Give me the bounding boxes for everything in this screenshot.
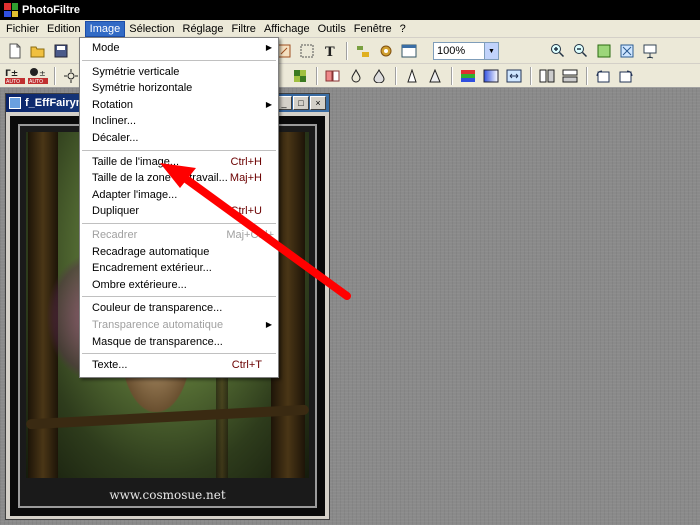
fit-window-icon[interactable] <box>593 40 615 62</box>
menu-item-encadrement-exterieur[interactable]: Encadrement extérieur... <box>80 260 278 277</box>
svg-text:T: T <box>325 45 335 58</box>
svg-text:AUTO: AUTO <box>6 79 20 85</box>
menu-item-texte[interactable]: Texte... Ctrl+T <box>80 357 278 374</box>
menu-affichage[interactable]: Affichage <box>260 21 314 37</box>
menu-item-masque-transparence[interactable]: Masque de transparence... <box>80 334 278 351</box>
submenu-arrow-icon: ▶ <box>265 319 272 329</box>
menu-item-adapter-image[interactable]: Adapter l'image... <box>80 187 278 204</box>
auto-contrast-icon[interactable]: ± AUTO <box>27 65 49 87</box>
rgb-color-icon[interactable] <box>457 65 479 87</box>
menu-edition[interactable]: Edition <box>43 21 85 37</box>
rotate-right-icon[interactable] <box>615 65 637 87</box>
image-window-title: f_EffFairym <box>25 97 86 109</box>
menu-separator <box>80 147 278 154</box>
layers-icon[interactable] <box>352 40 374 62</box>
menu-filtre[interactable]: Filtre <box>227 21 259 37</box>
flip-vertical-icon[interactable] <box>559 65 581 87</box>
menu-item-mode[interactable]: Mode ▶ <box>80 40 278 57</box>
open-folder-icon[interactable] <box>27 40 49 62</box>
drop-double-icon[interactable] <box>368 65 390 87</box>
window-icon[interactable] <box>398 40 420 62</box>
zoom-in-icon[interactable] <box>547 40 569 62</box>
text-tool-icon[interactable]: T <box>319 40 341 62</box>
menu-item-recadrage-automatique[interactable]: Recadrage automatique <box>80 244 278 261</box>
menu-item-symetrie-horizontale[interactable]: Symétrie horizontale <box>80 80 278 97</box>
menu-item-dupliquer[interactable]: Dupliquer Ctrl+U <box>80 203 278 220</box>
menu-item-symetrie-verticale[interactable]: Symétrie verticale <box>80 64 278 81</box>
sharpen-icon[interactable] <box>401 65 423 87</box>
auto-levels-icon[interactable]: Γ± AUTO <box>4 65 26 87</box>
zoom-value: 100% <box>437 45 466 57</box>
gear-icon[interactable] <box>375 40 397 62</box>
menu-outils[interactable]: Outils <box>314 21 350 37</box>
gradient-icon[interactable] <box>480 65 502 87</box>
app-title: PhotoFiltre <box>22 4 81 16</box>
zoom-select[interactable]: 100% ▼ <box>433 42 499 60</box>
menu-separator <box>80 293 278 300</box>
svg-text:AUTO: AUTO <box>29 79 43 85</box>
photofiltre-icon <box>4 3 18 17</box>
menubar: Fichier Edition Image Sélection Réglage … <box>0 20 700 38</box>
window-controls: _ □ × <box>275 96 326 110</box>
maximize-icon[interactable]: □ <box>293 96 309 110</box>
menu-separator <box>80 57 278 64</box>
menu-selection[interactable]: Sélection <box>125 21 178 37</box>
selection-icon[interactable] <box>296 40 318 62</box>
menu-item-ombre-exterieure[interactable]: Ombre extérieure... <box>80 277 278 294</box>
flip-horizontal-icon[interactable] <box>536 65 558 87</box>
chevron-down-icon[interactable]: ▼ <box>484 43 498 59</box>
submenu-arrow-icon: ▶ <box>265 43 272 52</box>
menu-separator <box>80 350 278 357</box>
app-titlebar: PhotoFiltre <box>0 0 700 20</box>
image-document-icon <box>9 97 21 109</box>
image-menu-dropdown: Mode ▶ Symétrie verticale Symétrie horizo… <box>79 37 279 378</box>
fullscreen-icon[interactable] <box>616 40 638 62</box>
close-icon[interactable]: × <box>310 96 326 110</box>
save-icon[interactable] <box>50 40 72 62</box>
menu-help[interactable]: ? <box>396 21 410 37</box>
blur-icon[interactable] <box>424 65 446 87</box>
menu-item-transparence-automatique: Transparence automatique ▶ <box>80 317 278 334</box>
menu-item-recadrer: Recadrer Maj+Ctrl+ <box>92 228 274 241</box>
watermark-url: www.cosmosue.net <box>109 488 226 502</box>
zoom-out-icon[interactable] <box>570 40 592 62</box>
drop-icon[interactable] <box>345 65 367 87</box>
menu-item-rotation[interactable]: Rotation ▶ <box>80 97 278 114</box>
menu-fenetre[interactable]: Fenêtre <box>350 21 396 37</box>
menu-item-incliner[interactable]: Incliner... <box>80 113 278 130</box>
menu-image[interactable]: Image <box>84 20 126 37</box>
svg-text:±: ± <box>39 69 46 78</box>
submenu-arrow-icon: ▶ <box>265 99 272 109</box>
menu-fichier[interactable]: Fichier <box>2 21 43 37</box>
new-file-icon[interactable] <box>4 40 26 62</box>
svg-text:Γ±: Γ± <box>5 69 18 79</box>
menu-reglage[interactable]: Réglage <box>179 21 228 37</box>
book-icon[interactable] <box>322 65 344 87</box>
menu-item-couleur-transparence[interactable]: Couleur de transparence... <box>80 300 278 317</box>
menu-separator <box>80 220 278 227</box>
mosaic-icon[interactable] <box>289 65 311 87</box>
rotate-left-icon[interactable] <box>592 65 614 87</box>
slideshow-icon[interactable] <box>639 40 661 62</box>
menu-item-taille-image[interactable]: Taille de l'image... Ctrl+H <box>80 154 278 171</box>
menu-item-taille-zone-travail[interactable]: Taille de la zone de travail... Maj+H <box>80 170 278 187</box>
menu-item-decaler[interactable]: Décaler... <box>80 130 278 147</box>
resize-icon[interactable] <box>503 65 525 87</box>
